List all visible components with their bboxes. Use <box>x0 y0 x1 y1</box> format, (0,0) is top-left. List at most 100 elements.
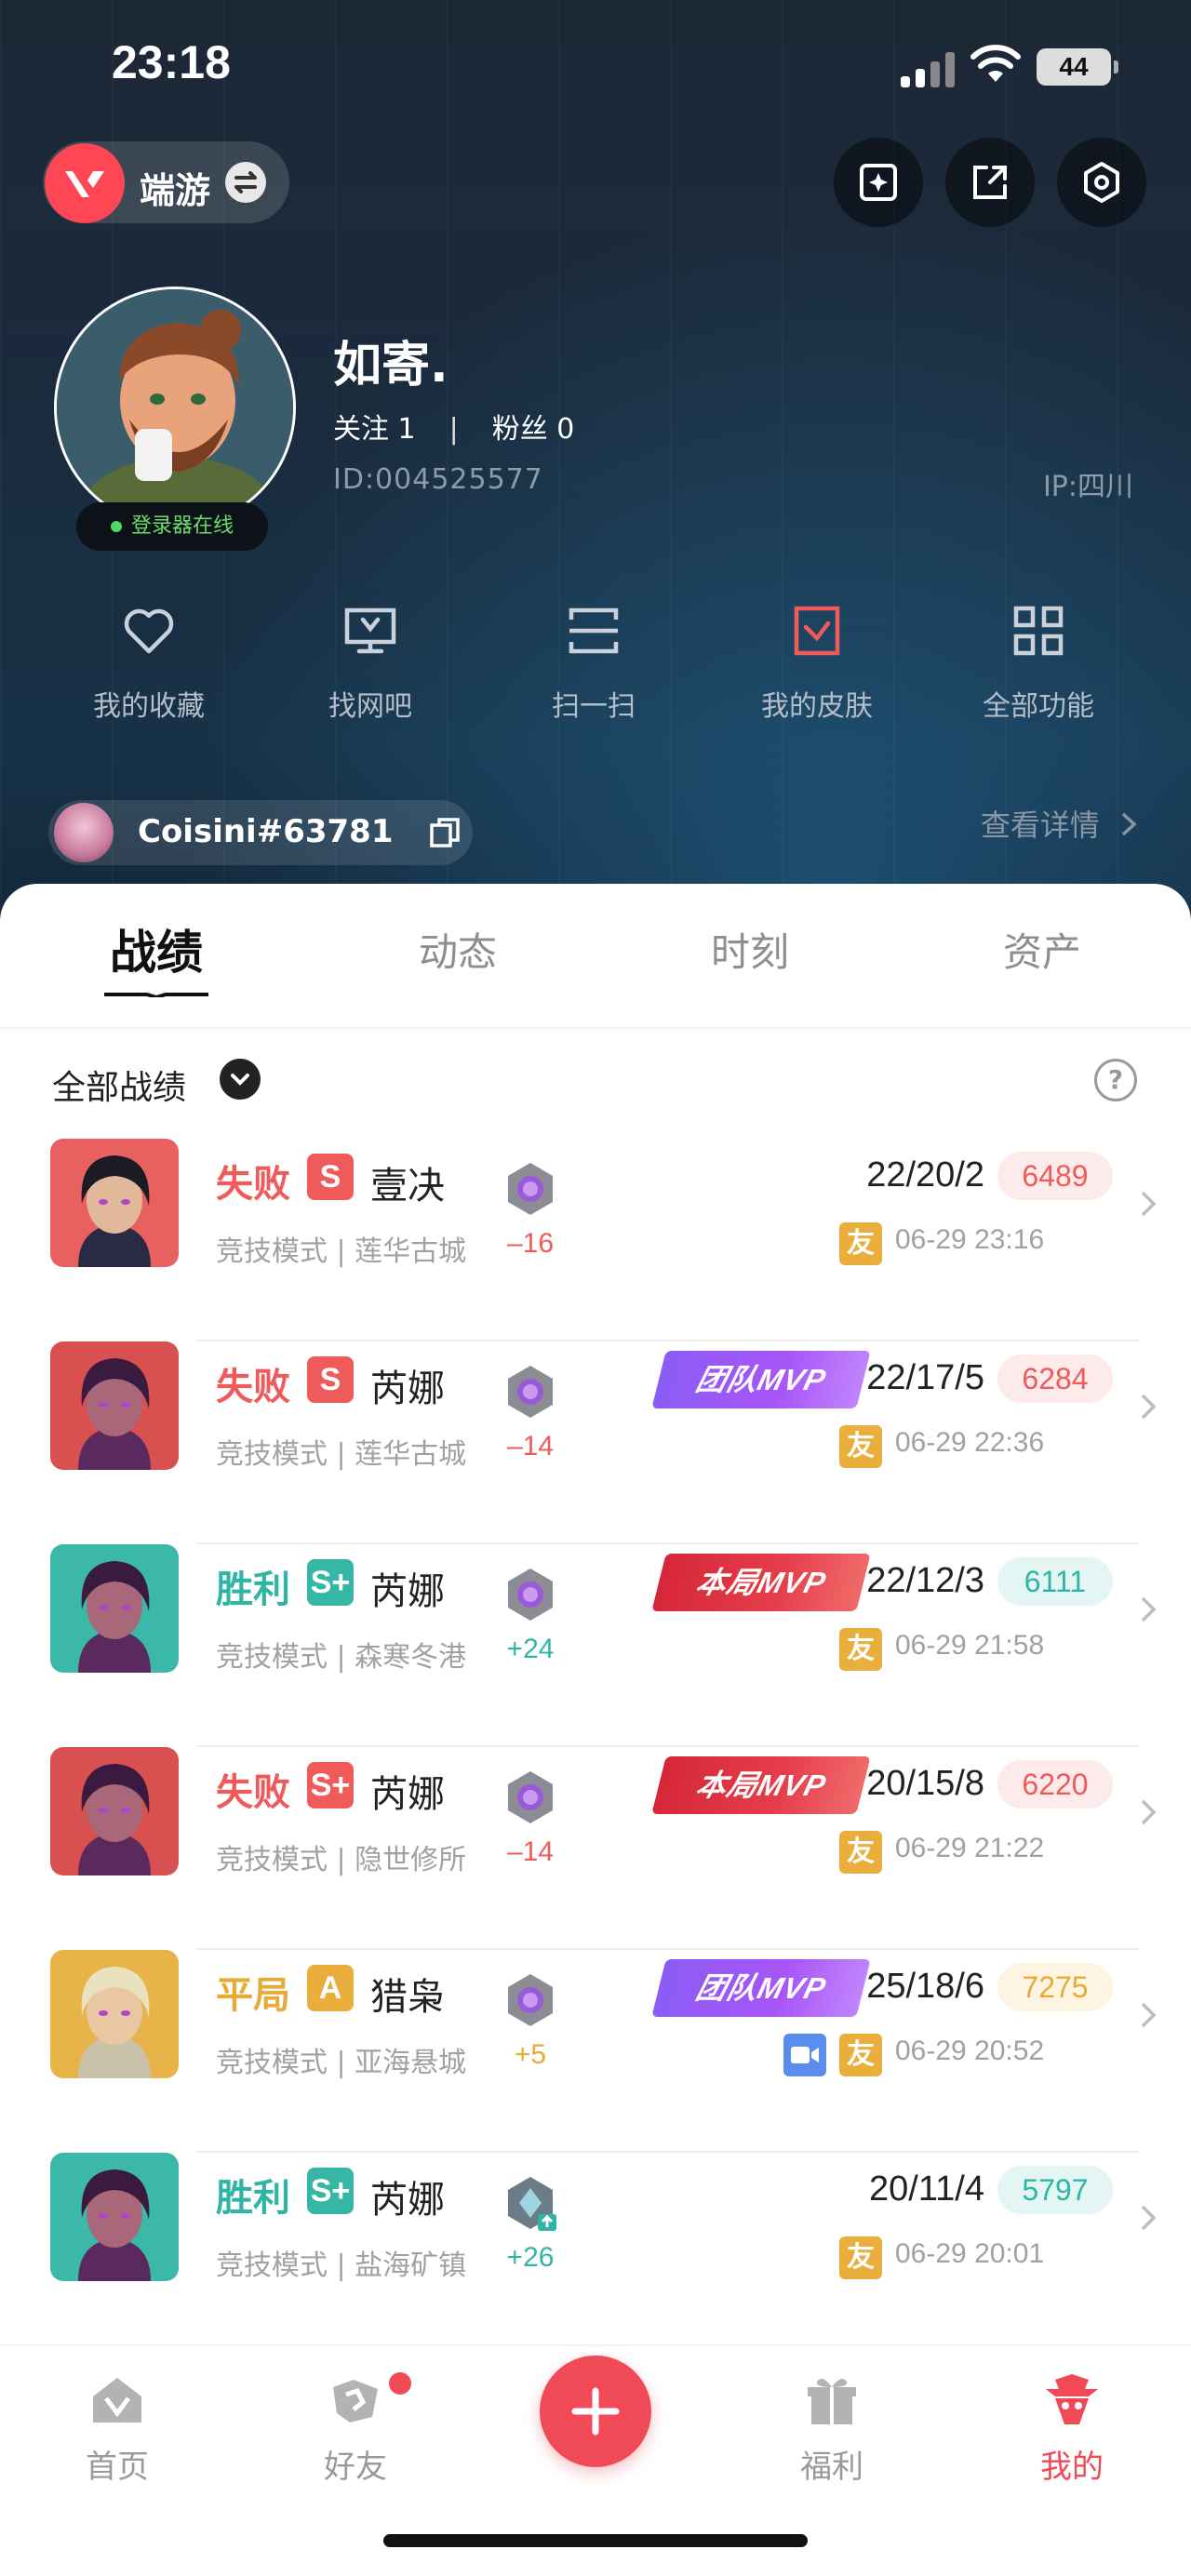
home-icon <box>93 2378 141 2423</box>
mvp-badge: 本局MVP <box>651 1554 871 1611</box>
signal-icon <box>901 52 957 87</box>
match-result: 平局 <box>216 1974 290 2017</box>
kda: 20/11/4 <box>869 2169 984 2209</box>
video-icon[interactable] <box>783 2034 826 2076</box>
func-my-skins[interactable]: 我的皮肤 <box>724 603 910 724</box>
func-scan[interactable]: 扫一扫 <box>501 603 687 724</box>
agent-portrait <box>50 1139 179 1267</box>
func-favorites[interactable]: 我的收藏 <box>56 603 242 724</box>
plus-icon <box>571 2387 620 2436</box>
combat-score: 6111 <box>997 1557 1113 1606</box>
user-id: ID:004525577 <box>333 463 543 496</box>
tab-record[interactable]: 战绩 <box>63 915 249 982</box>
rank-delta: –14 <box>506 1836 555 1867</box>
avatar-image <box>57 289 293 526</box>
help-icon[interactable]: ? <box>1094 1059 1137 1101</box>
view-details-label: 查看详情 <box>980 808 1100 843</box>
combat-score: 6284 <box>997 1355 1113 1403</box>
rank-icon <box>508 1568 553 1621</box>
match-row[interactable]: 胜利 S+ 芮娜 竞技模式 | 盐海矿镇 +26 20/11/4 5797 友 06-29 20… <box>0 2153 1191 2356</box>
match-mode-map: 竞技模式 | 亚海悬城 <box>216 2047 467 2079</box>
nav-benefits[interactable]: 福利 <box>757 2370 906 2487</box>
match-result: 失败 <box>216 1771 290 1814</box>
app-name: 端游 <box>140 170 211 211</box>
agent-name: 芮娜 <box>370 1570 445 1613</box>
func-internet-cafe[interactable]: 找网吧 <box>277 603 463 724</box>
status-bar: 23:18 44 <box>0 0 1191 130</box>
agent-portrait <box>50 1747 179 1875</box>
agent-portrait <box>50 1544 179 1673</box>
copy-icon[interactable] <box>428 816 462 849</box>
kda: 20/15/8 <box>866 1764 984 1803</box>
gift-icon <box>808 2379 856 2424</box>
combat-score: 7275 <box>997 1963 1113 2011</box>
func-label: 我的皮肤 <box>761 690 873 723</box>
chevron-right-icon <box>1141 1394 1157 1420</box>
wifi-icon <box>970 45 1021 82</box>
agent-portrait <box>50 1341 179 1470</box>
tab-bar: 战绩 动态 时刻 资产 <box>0 884 1191 1029</box>
content-card: 战绩 动态 时刻 资产 全部战绩 ? 失败 S 壹决 竞技模式 | 莲华古城 –16 22… <box>0 884 1191 2356</box>
game-account-chip[interactable]: Coisini#63781 <box>48 800 473 865</box>
agent-name: 壹决 <box>370 1165 445 1208</box>
match-row[interactable]: 失败 S+ 芮娜 竞技模式 | 隐世修所 –14 本局MVP 20/15/8 6220 友 06-… <box>0 1747 1191 1950</box>
ai-card-button[interactable] <box>834 138 923 227</box>
match-time: 06-29 23:16 <box>895 1224 1045 1255</box>
func-label: 找网吧 <box>328 690 412 723</box>
follow-count[interactable]: 关注 1 <box>333 413 416 446</box>
match-time: 06-29 21:22 <box>895 1833 1045 1863</box>
swap-icon <box>225 162 266 203</box>
filter-dropdown-button[interactable] <box>220 1059 261 1100</box>
kda: 22/12/3 <box>866 1561 984 1600</box>
func-label: 我的收藏 <box>93 690 205 723</box>
agent-image <box>50 1747 179 1875</box>
post-button[interactable] <box>540 2356 651 2467</box>
nickname: 如寄. <box>333 338 448 394</box>
match-time: 06-29 21:58 <box>895 1630 1045 1661</box>
nav-label: 好友 <box>324 2449 387 2486</box>
nav-label: 我的 <box>1040 2449 1104 2486</box>
agent-image <box>50 2153 179 2281</box>
active-tab-indicator <box>104 993 208 997</box>
tab-assets[interactable]: 资产 <box>949 921 1135 978</box>
friend-badge: 友 <box>839 1831 882 1874</box>
agent-image <box>50 1341 179 1470</box>
nav-mine[interactable]: 我的 <box>997 2370 1146 2487</box>
rank-icon <box>508 2177 556 2231</box>
avatar[interactable] <box>54 287 296 528</box>
agent-image <box>50 1544 179 1673</box>
share-button[interactable] <box>945 138 1035 227</box>
settings-button[interactable] <box>1057 138 1146 227</box>
match-result: 失败 <box>216 1366 290 1408</box>
friend-badge: 友 <box>839 2236 882 2279</box>
match-row[interactable]: 失败 S 芮娜 竞技模式 | 莲华古城 –14 团队MVP 22/17/5 6284 友 06-2… <box>0 1341 1191 1544</box>
combat-score: 5797 <box>997 2166 1113 2214</box>
match-row[interactable]: 平局 A 猎枭 竞技模式 | 亚海悬城 +5 团队MVP 25/18/6 7275 友 06-29… <box>0 1950 1191 2153</box>
agent-name: 芮娜 <box>370 2179 445 2222</box>
tab-moments[interactable]: 时刻 <box>657 921 843 978</box>
match-row[interactable]: 失败 S 壹决 竞技模式 | 莲华古城 –16 22/20/2 6489 友 06-29 23:… <box>0 1139 1191 1341</box>
notification-dot <box>389 2372 411 2395</box>
fans-count[interactable]: 粉丝 0 <box>492 413 575 446</box>
grade-badge: S+ <box>307 1762 354 1809</box>
match-row[interactable]: 胜利 S+ 芮娜 竞技模式 | 森寒冬港 +24 本局MVP 22/12/3 6111 友 06-… <box>0 1544 1191 1747</box>
ip-location: IP:四川 <box>1042 471 1133 503</box>
friend-badge: 友 <box>839 1425 882 1468</box>
mvp-badge: 本局MVP <box>651 1756 871 1814</box>
view-details-link[interactable]: 查看详情 <box>981 802 1139 845</box>
record-filter-label[interactable]: 全部战绩 <box>52 1061 186 1109</box>
func-all[interactable]: 全部功能 <box>945 603 1131 724</box>
chevron-right-icon <box>1141 1596 1157 1622</box>
skin-icon <box>794 606 840 656</box>
app-switcher[interactable]: 端游 <box>43 141 289 223</box>
home-indicator <box>383 2534 808 2547</box>
grid-icon <box>1013 606 1064 656</box>
tab-feed[interactable]: 动态 <box>365 921 551 978</box>
game-account-name: Coisini#63781 <box>138 813 394 850</box>
nav-home[interactable]: 首页 <box>43 2370 192 2487</box>
rank-delta: +24 <box>506 1634 555 1664</box>
combat-score: 6220 <box>997 1760 1113 1809</box>
mine-icon <box>1046 2374 1098 2424</box>
match-mode-map: 竞技模式 | 莲华古城 <box>216 1235 467 1268</box>
friend-badge: 友 <box>839 2034 882 2076</box>
